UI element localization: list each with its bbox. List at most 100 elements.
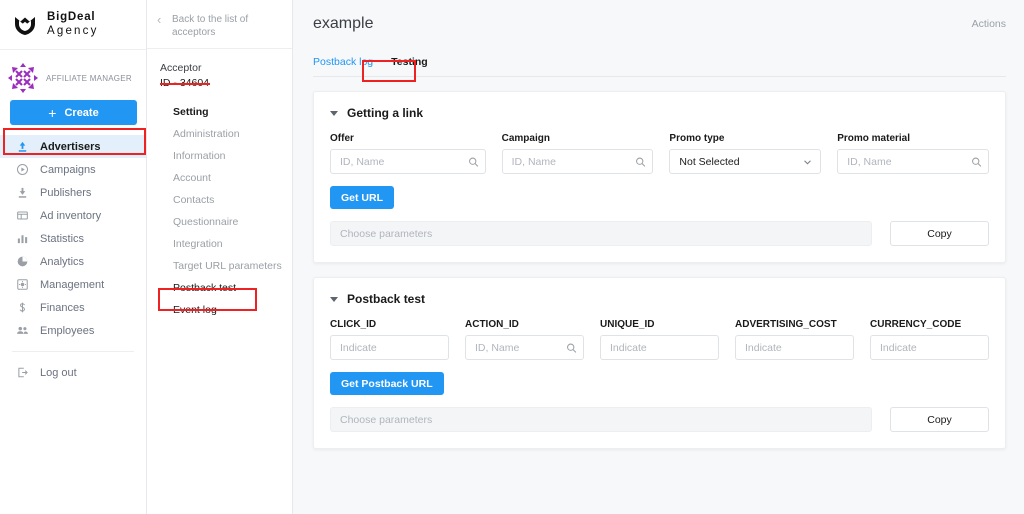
input-wrap [502, 149, 654, 174]
sidebar-item-label: Publishers [40, 187, 91, 199]
input-wrap [870, 335, 989, 360]
app-root: BigDeal Agency [0, 0, 1024, 514]
profile-block[interactable]: AFFILIATE MANAGER [0, 60, 146, 96]
promo-type-select[interactable]: Not Selected [669, 149, 821, 174]
sidebar-item-ad-inventory[interactable]: Ad inventory [0, 204, 146, 227]
field-promo-type: Promo type Not Selected [669, 133, 821, 174]
sidebar-item-finances[interactable]: Finances [0, 296, 146, 319]
currency-code-input[interactable] [870, 335, 989, 360]
brand-logo-block[interactable]: BigDeal Agency [0, 0, 146, 50]
sidebar-item-management[interactable]: Management [0, 273, 146, 296]
download-arrow-icon [15, 186, 29, 200]
field-label: Offer [330, 133, 486, 144]
acceptor-item-label: Postback test [173, 282, 236, 294]
upload-arrow-icon [15, 140, 29, 154]
people-icon [15, 324, 29, 338]
brand-name-line1: BigDeal [47, 11, 99, 24]
field-label: CLICK_ID [330, 319, 449, 330]
acceptor-item-setting[interactable]: Setting [147, 101, 292, 123]
sidebar-item-campaigns[interactable]: Campaigns [0, 158, 146, 181]
geometric-avatar-icon [8, 63, 38, 93]
sidebar-item-publishers[interactable]: Publishers [0, 181, 146, 204]
bar-chart-icon [15, 232, 29, 246]
getting-a-link-fields: Offer Campaign [330, 133, 989, 174]
acceptor-item-label: Event log [173, 304, 217, 316]
getting-a-link-section-header[interactable]: Getting a link [330, 106, 989, 120]
sidebar-item-statistics[interactable]: Statistics [0, 227, 146, 250]
unique-id-input[interactable] [600, 335, 719, 360]
acceptor-id-underline [160, 83, 210, 85]
acceptor-item-postback-test[interactable]: Postback test [147, 277, 292, 299]
acceptor-item-contacts[interactable]: Contacts [147, 189, 292, 211]
postback-test-card: Postback test CLICK_ID ACTION_ID [313, 277, 1006, 449]
field-action-id: ACTION_ID [465, 319, 584, 360]
sidebar-divider [12, 351, 134, 352]
getting-a-link-card: Getting a link Offer Campaig [313, 91, 1006, 263]
acceptor-nav: Setting Administration Information Accou… [147, 101, 292, 321]
back-to-acceptors-link[interactable]: ‹ Back to the list of acceptors [147, 0, 292, 48]
acceptor-item-event-log[interactable]: Event log [147, 299, 292, 321]
acceptor-item-label: Setting [173, 106, 209, 118]
field-label: Promo material [837, 133, 989, 144]
acceptor-item-label: Questionnaire [173, 216, 238, 228]
field-label: CURRENCY_CODE [870, 319, 989, 330]
create-button-label: Create [64, 107, 98, 119]
window-panel-icon [15, 209, 29, 223]
acceptor-title: Acceptor [160, 61, 292, 75]
input-wrap [330, 335, 449, 360]
getting-a-link-parameters-box[interactable]: Choose parameters [330, 221, 872, 246]
advertising-cost-input[interactable] [735, 335, 854, 360]
acceptor-item-questionnaire[interactable]: Questionnaire [147, 211, 292, 233]
settings-square-icon [15, 278, 29, 292]
copy-postback-button[interactable]: Copy [890, 407, 989, 432]
section-title: Postback test [347, 292, 425, 306]
sidebar-item-label: Campaigns [40, 164, 96, 176]
sidebar-item-label: Ad inventory [40, 210, 101, 222]
acceptor-item-target-url-parameters[interactable]: Target URL parameters [147, 255, 292, 277]
sidebar-item-analytics[interactable]: Analytics [0, 250, 146, 273]
sidebar-item-label: Log out [40, 367, 77, 379]
sidebar-item-label: Employees [40, 325, 94, 337]
field-label: ACTION_ID [465, 319, 584, 330]
offer-input[interactable] [330, 149, 486, 174]
input-wrap [837, 149, 989, 174]
sidebar-item-employees[interactable]: Employees [0, 319, 146, 342]
field-advertising-cost: ADVERTISING_COST [735, 319, 854, 360]
actions-menu-button[interactable]: Actions [972, 18, 1006, 30]
acceptor-item-account[interactable]: Account [147, 167, 292, 189]
sidebar-item-logout[interactable]: Log out [0, 361, 146, 384]
caret-down-icon [330, 297, 338, 302]
select-wrap: Not Selected [669, 149, 821, 174]
tab-bar-rule [313, 76, 1006, 77]
get-url-button[interactable]: Get URL [330, 186, 394, 209]
campaign-input[interactable] [502, 149, 654, 174]
create-button[interactable]: + Create [10, 100, 137, 125]
tab-testing[interactable]: Testing [391, 56, 428, 68]
field-promo-material: Promo material [837, 133, 989, 174]
promo-material-input[interactable] [837, 149, 989, 174]
back-link-label: Back to the list of acceptors [172, 13, 282, 39]
click-id-input[interactable] [330, 335, 449, 360]
postback-test-section-header[interactable]: Postback test [330, 292, 989, 306]
postback-test-parameters-box[interactable]: Choose parameters [330, 407, 872, 432]
brand-name-line2: Agency [47, 25, 99, 38]
tab-postback-log[interactable]: Postback log [313, 56, 373, 68]
field-label: Campaign [502, 133, 654, 144]
field-offer: Offer [330, 133, 486, 174]
get-postback-url-button[interactable]: Get Postback URL [330, 372, 444, 395]
acceptor-item-information[interactable]: Information [147, 145, 292, 167]
action-id-input[interactable] [465, 335, 584, 360]
sidebar-item-advertisers[interactable]: Advertisers [0, 135, 146, 158]
input-wrap [465, 335, 584, 360]
dollar-sign-icon [15, 301, 29, 315]
sidebar-item-label: Advertisers [40, 141, 101, 153]
section-title: Getting a link [347, 106, 423, 120]
copy-link-button[interactable]: Copy [890, 221, 989, 246]
acceptor-item-label: Target URL parameters [173, 260, 282, 272]
acceptor-item-administration[interactable]: Administration [147, 123, 292, 145]
play-circle-icon [15, 163, 29, 177]
sidebar-nav: Advertisers Campaigns [0, 135, 146, 384]
acceptor-item-label: Administration [173, 128, 240, 140]
acceptor-item-label: Information [173, 150, 226, 162]
acceptor-item-integration[interactable]: Integration [147, 233, 292, 255]
